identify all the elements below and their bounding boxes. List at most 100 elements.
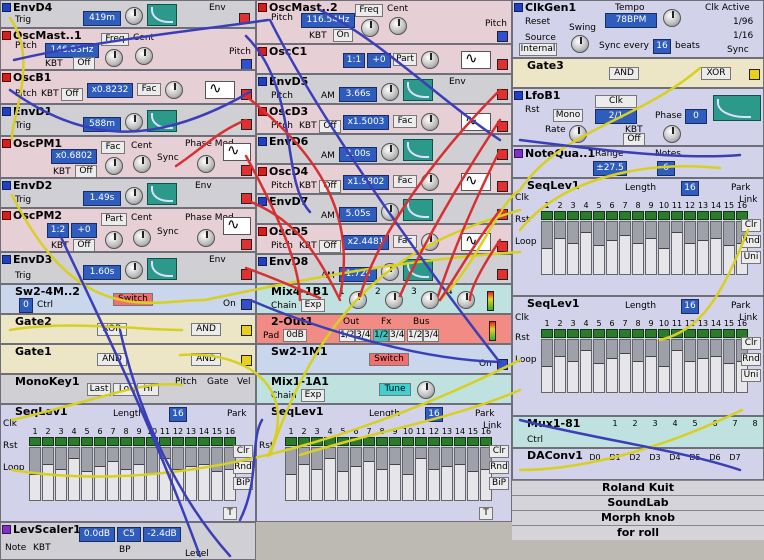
rnd-button[interactable]: Rnd: [233, 461, 253, 474]
module-mix4[interactable]: Mix4-1B1 Chain Exp 1 2 3 4: [256, 284, 512, 314]
step-slider[interactable]: [697, 221, 709, 275]
step-slider[interactable]: [81, 447, 93, 501]
preset-item-morph-knob[interactable]: Morph knob: [512, 510, 764, 525]
module-seqlev-bottommid[interactable]: SeqLev1 Length 16 Park Link Rst 12345678…: [256, 404, 512, 522]
decay-knob[interactable]: [381, 203, 399, 221]
decay-knob[interactable]: [125, 261, 143, 279]
step-slider[interactable]: [684, 339, 696, 393]
preset-item-for-roll[interactable]: for roll: [512, 525, 764, 540]
fx-34-button[interactable]: 3/4: [389, 329, 405, 342]
switch-out-jack[interactable]: [497, 359, 508, 370]
ratio-display[interactable]: 1:2: [47, 223, 69, 238]
step-slider[interactable]: [29, 447, 41, 501]
waveform-icon[interactable]: [461, 111, 491, 131]
step-slider[interactable]: [684, 221, 696, 275]
out-12-button[interactable]: 1/2: [339, 329, 355, 342]
module-gate3[interactable]: Gate3 AND XOR: [512, 58, 764, 88]
step-slider[interactable]: [298, 447, 310, 501]
pitch-out-jack[interactable]: [497, 31, 508, 42]
freq-display[interactable]: 116.54Hz: [301, 13, 355, 28]
module-envd4[interactable]: EnvD4 Trig 419m Env: [0, 0, 256, 28]
step-sliders[interactable]: [541, 221, 748, 275]
step-slider[interactable]: [198, 447, 210, 501]
module-envd5[interactable]: EnvD5 Pitch AM 3.66s Env: [256, 74, 512, 104]
env-out-jack[interactable]: [241, 193, 252, 204]
step-slider[interactable]: [671, 339, 683, 393]
audio-out-jack[interactable]: [241, 165, 252, 176]
time-display[interactable]: 419m: [83, 11, 121, 26]
step-slider[interactable]: [42, 447, 54, 501]
module-notequant[interactable]: NoteQua..1 Range ±27.5 Notes 6: [512, 146, 764, 178]
ch4-level-knob[interactable]: [457, 291, 475, 309]
tempo-knob[interactable]: [663, 9, 681, 27]
module-clkgen[interactable]: ClkGen1 Reset Source Internal Swing Temp…: [512, 0, 764, 58]
waveform-icon[interactable]: [205, 79, 235, 99]
logic-op2-select[interactable]: XOR: [701, 67, 731, 80]
ratio-display[interactable]: 2/1: [595, 109, 637, 124]
step-slider[interactable]: [428, 447, 440, 501]
kbt-button[interactable]: Off: [319, 180, 341, 193]
env-out-jack[interactable]: [239, 13, 250, 24]
step-slider[interactable]: [363, 447, 375, 501]
time-display[interactable]: 1.49s: [83, 191, 121, 206]
step-slider[interactable]: [723, 221, 735, 275]
cent-knob[interactable]: [133, 155, 151, 173]
step-slider[interactable]: [467, 447, 479, 501]
audio-out-jack[interactable]: [497, 121, 508, 132]
module-oscpm2[interactable]: OscPM2 1:2 +0 Part Cent KBT Off Sync Pha…: [0, 208, 256, 252]
pitch-out-jack[interactable]: [241, 59, 252, 69]
module-oscd5[interactable]: OscD5 Pitch KBT Off x2.4481 Fac: [256, 224, 512, 254]
freq-display[interactable]: 146.83Hz: [45, 43, 99, 58]
fine-knob[interactable]: [105, 157, 123, 175]
step-slider[interactable]: [94, 447, 106, 501]
kbt-button[interactable]: Off: [61, 88, 83, 101]
uni-button[interactable]: Uni: [741, 369, 761, 382]
length-display[interactable]: 16: [681, 299, 699, 314]
step-sliders[interactable]: [541, 339, 748, 393]
fine-knob[interactable]: [421, 233, 439, 251]
length-display[interactable]: 16: [681, 181, 699, 196]
decay-knob[interactable]: [381, 263, 399, 281]
part-button[interactable]: Part: [393, 53, 417, 66]
out-34-button[interactable]: 3/4: [355, 329, 371, 342]
env-out-jack[interactable]: [497, 149, 508, 160]
step-slider[interactable]: [554, 221, 566, 275]
kbt-button[interactable]: Off: [75, 165, 97, 177]
logic-op1-select[interactable]: AND: [97, 353, 127, 366]
hi-button[interactable]: Hi: [137, 383, 159, 396]
mono-button[interactable]: Mono: [553, 109, 583, 122]
part-button[interactable]: Part: [101, 213, 127, 226]
fine-knob[interactable]: [421, 51, 439, 69]
module-oscmaster1[interactable]: OscMast..1 Pitch 146.83Hz Freq Cent KBT …: [0, 28, 256, 70]
step-slider[interactable]: [324, 447, 336, 501]
ratio-display[interactable]: x1.9802: [343, 175, 389, 190]
bus-34-button[interactable]: 3/4: [423, 329, 439, 342]
step-slider[interactable]: [541, 339, 553, 393]
cent-knob[interactable]: [135, 47, 153, 65]
freq-button[interactable]: Freq: [101, 33, 129, 46]
gate-out-jack[interactable]: [241, 355, 252, 366]
fac-button[interactable]: Fac: [101, 141, 125, 154]
kbt-button[interactable]: On: [333, 29, 353, 42]
module-gate1[interactable]: Gate1 AND AND: [0, 344, 256, 374]
step-slider[interactable]: [606, 221, 618, 275]
audio-out-jack[interactable]: [497, 59, 508, 70]
step-slider[interactable]: [133, 447, 145, 501]
ratio-display[interactable]: x0.6802: [51, 149, 97, 164]
bip-button[interactable]: BiP: [233, 477, 253, 490]
step-slider[interactable]: [723, 339, 735, 393]
fine-knob[interactable]: [421, 173, 439, 191]
step-slider[interactable]: [567, 221, 579, 275]
step-slider[interactable]: [185, 447, 197, 501]
env-out-jack[interactable]: [497, 269, 508, 280]
logic-op2-select[interactable]: AND: [191, 353, 221, 366]
notes-display[interactable]: 6: [657, 161, 675, 176]
fac-button[interactable]: Fac: [393, 115, 417, 128]
module-oscd3[interactable]: OscD3 Pitch KBT Off x1.5003 Fac: [256, 104, 512, 134]
switch-button[interactable]: Switch: [369, 353, 409, 366]
uni-button[interactable]: Uni: [741, 251, 761, 264]
step-slider[interactable]: [350, 447, 362, 501]
module-oscc1[interactable]: OscC1 1:1 +0 Part: [256, 44, 512, 74]
module-lfob1[interactable]: LfoB1 Rst Mono Rate Clk 2/1 KBT Off Phas…: [512, 88, 764, 146]
clr-button[interactable]: Clr: [489, 445, 509, 458]
